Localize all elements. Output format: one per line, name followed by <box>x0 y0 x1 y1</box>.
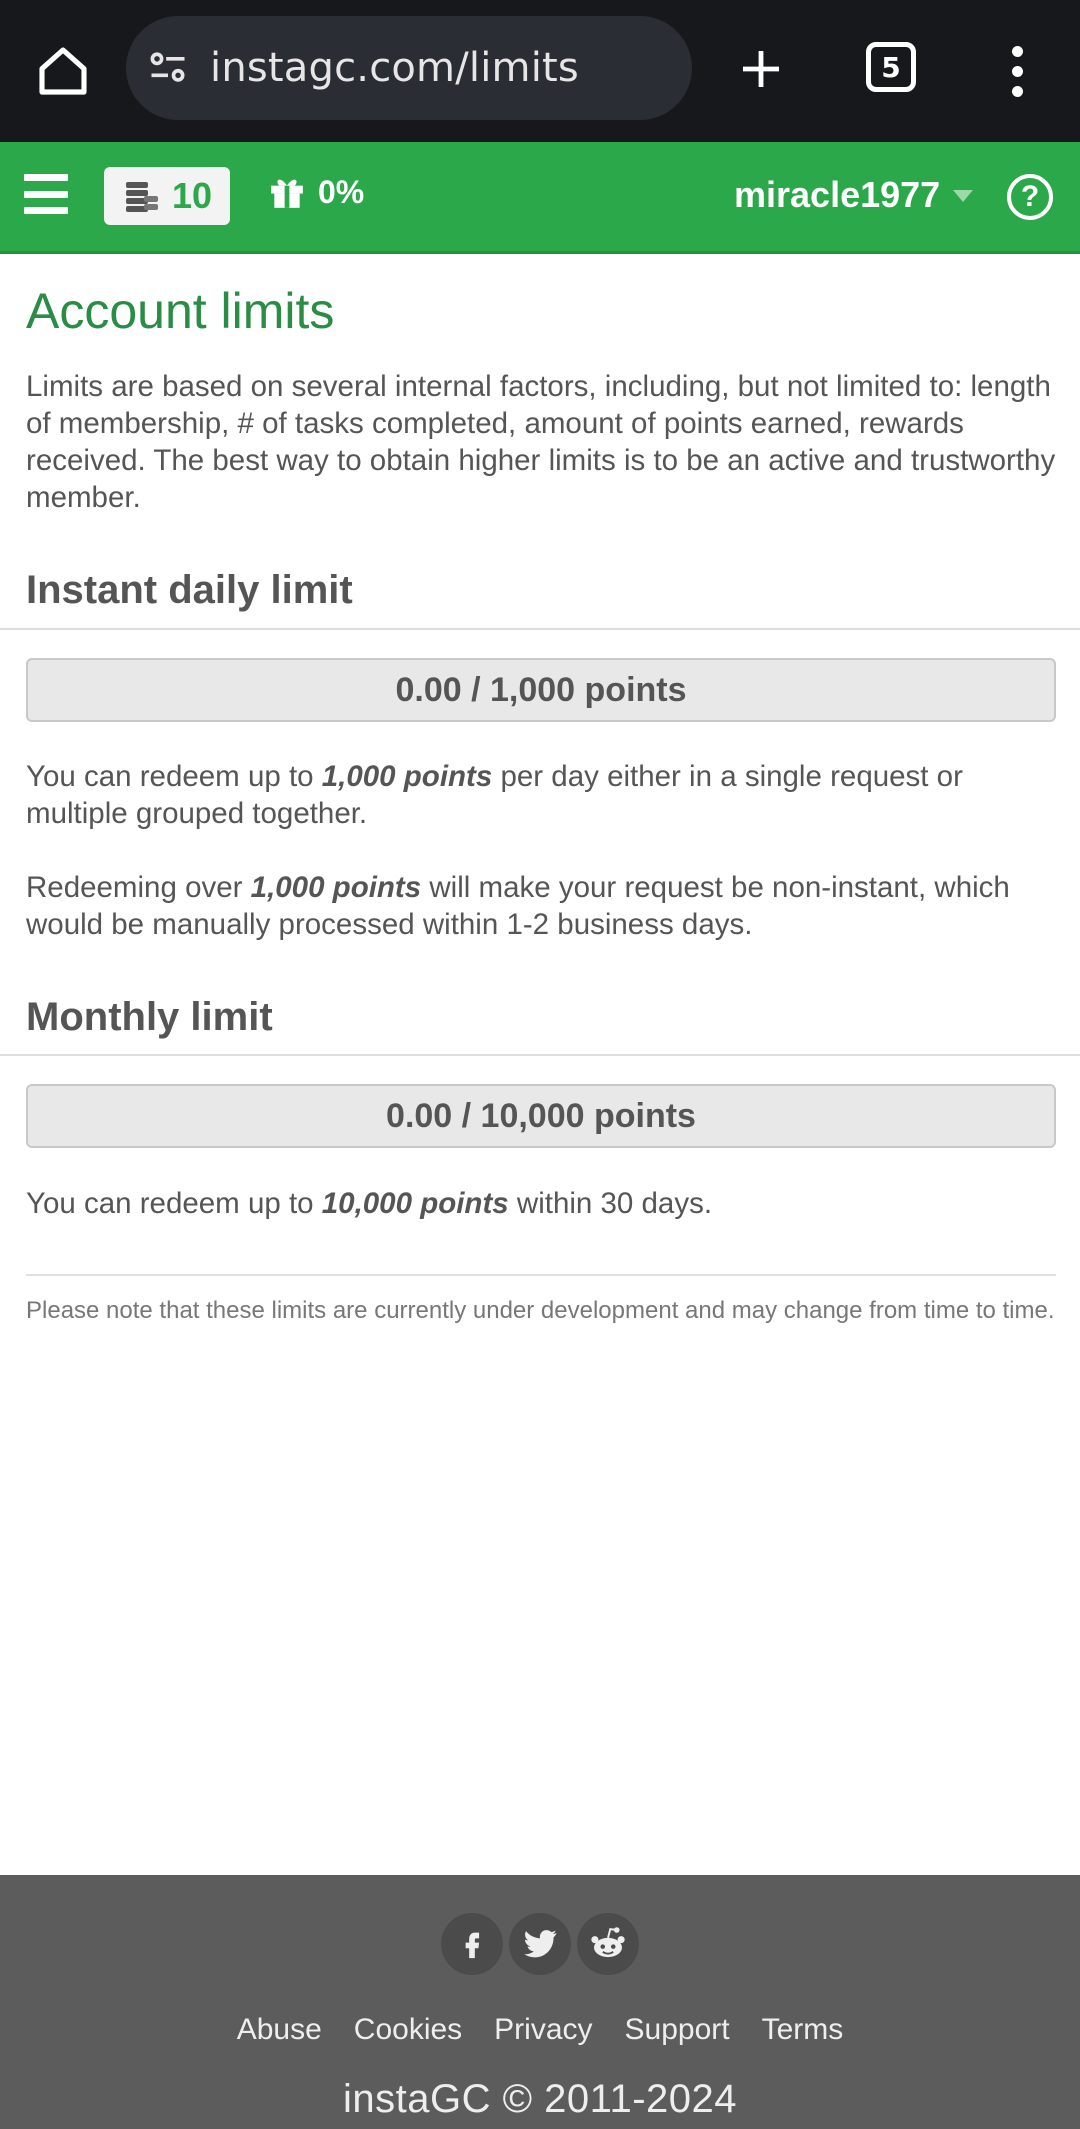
copyright-text: instaGC © 2011-2024 <box>342 2077 737 2121</box>
new-tab-plus-icon[interactable] <box>726 34 796 104</box>
url-text: instagc.com/limits <box>210 45 579 91</box>
non-instant-text: Redeeming over 1,000 points will make yo… <box>26 871 1010 941</box>
more-menu-icon[interactable] <box>992 36 1042 106</box>
help-icon[interactable]: ? <box>1007 174 1053 220</box>
footer-link-terms[interactable]: Terms <box>762 2013 844 2047</box>
non-instant-amount: 1,000 points <box>250 871 422 904</box>
chevron-down-icon[interactable] <box>953 190 973 202</box>
points-balance[interactable]: 10 <box>104 167 230 225</box>
username-menu[interactable]: miracle1977 <box>734 174 940 216</box>
site-header: 10 0% miracle1977 ? <box>0 142 1080 254</box>
daily-limit-heading: Instant daily limit <box>26 568 353 612</box>
page-title: Account limits <box>26 283 335 339</box>
bonus-percent: 0% <box>318 173 365 210</box>
monthly-limit-text: You can redeem up to 10,000 points withi… <box>26 1187 713 1220</box>
daily-limit-text: You can redeem up to 1,000 points per da… <box>26 760 963 830</box>
facebook-icon[interactable] <box>441 1913 503 1975</box>
tab-switcher-button[interactable]: 5 <box>866 42 916 92</box>
divider <box>0 628 1080 630</box>
hamburger-menu-icon[interactable] <box>24 174 68 214</box>
note-divider <box>26 1274 1056 1276</box>
divider <box>0 1054 1080 1056</box>
daily-limit-amount: 1,000 points <box>321 760 493 793</box>
bonus-indicator[interactable]: 0% <box>268 172 364 212</box>
twitter-icon[interactable] <box>509 1913 571 1975</box>
footer-link-cookies[interactable]: Cookies <box>354 2013 462 2047</box>
reddit-icon[interactable] <box>577 1913 639 1975</box>
social-links <box>0 1913 1080 1975</box>
footer-link-abuse[interactable]: Abuse <box>237 2013 322 2047</box>
development-note: Please note that these limits are curren… <box>26 1297 1055 1324</box>
site-settings-icon[interactable] <box>146 46 190 90</box>
home-icon[interactable] <box>28 36 98 106</box>
footer-links: Abuse Cookies Privacy Support Terms <box>0 2013 1080 2047</box>
footer-link-support[interactable]: Support <box>625 2013 730 2047</box>
address-bar[interactable]: instagc.com/limits <box>126 16 692 120</box>
site-footer: Abuse Cookies Privacy Support Terms inst… <box>0 1875 1080 2129</box>
browser-toolbar: instagc.com/limits 5 <box>0 0 1080 142</box>
monthly-limit-progress-bar: 0.00 / 10,000 points <box>26 1084 1056 1148</box>
monthly-limit-heading: Monthly limit <box>26 995 273 1039</box>
gift-icon <box>271 179 303 208</box>
points-value: 10 <box>172 175 213 216</box>
footer-link-privacy[interactable]: Privacy <box>494 2013 592 2047</box>
coins-icon <box>126 182 158 212</box>
monthly-limit-amount: 10,000 points <box>321 1187 509 1220</box>
daily-limit-progress-bar: 0.00 / 1,000 points <box>26 658 1056 722</box>
intro-text: Limits are based on several internal fac… <box>26 370 1056 514</box>
